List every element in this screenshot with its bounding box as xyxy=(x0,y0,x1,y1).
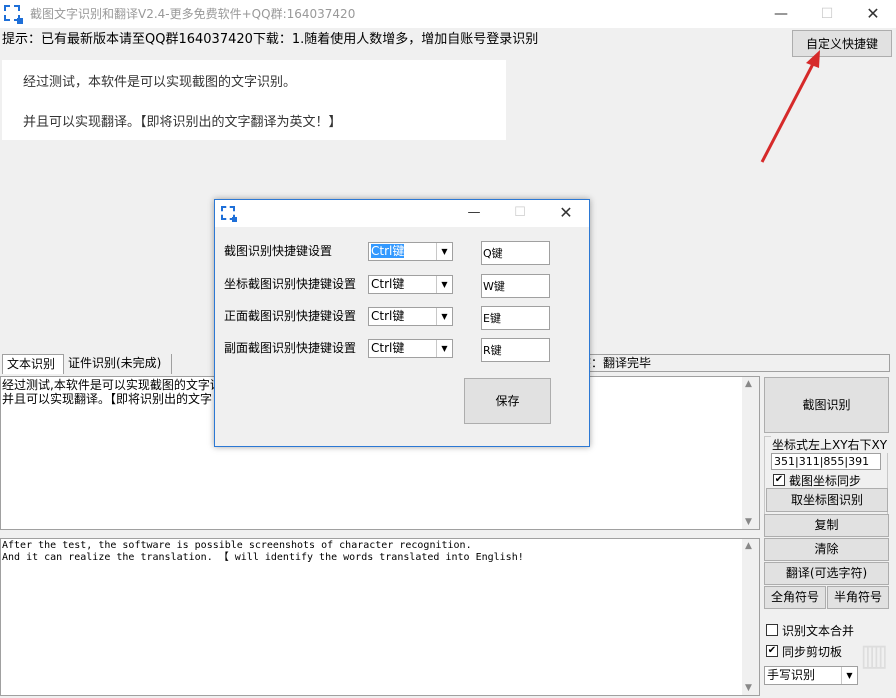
info-line-2: 并且可以实现翻译。【即将识别出的文字翻译为英文！】 xyxy=(23,115,342,130)
coordinate-legend: 坐标式左上XY右下XY xyxy=(771,436,889,453)
dialog-title-bar: — ☐ ✕ xyxy=(215,200,589,227)
dialog-minimize-button[interactable]: — xyxy=(451,200,497,227)
tab-text-recognition[interactable]: 文本识别 xyxy=(2,354,64,374)
shortcut-settings-dialog: — ☐ ✕ 截图识别快捷键设置 Ctrl键 ▼ 坐标截图识别快捷键设置 Ctrl… xyxy=(214,199,590,447)
chevron-down-icon[interactable]: ▼ xyxy=(436,243,452,260)
halfwidth-symbol-button[interactable]: 半角符号 xyxy=(827,586,889,609)
copy-button[interactable]: 复制 xyxy=(764,514,889,537)
modifier-value-front: Ctrl键 xyxy=(371,309,405,323)
coordinate-input[interactable] xyxy=(771,453,881,470)
sync-clipboard-label: 同步剪切板 xyxy=(782,645,843,659)
translation-textarea[interactable]: After the test, the software is possible… xyxy=(0,538,760,696)
app-icon xyxy=(4,5,23,24)
tab-id-recognition[interactable]: 证件识别(未完成) xyxy=(64,354,172,374)
recognition-mode-select[interactable]: 手写识别 ▼ xyxy=(764,666,858,685)
modifier-select-back[interactable]: Ctrl键 ▼ xyxy=(368,339,453,358)
key-input-front[interactable] xyxy=(481,306,550,330)
chevron-down-icon[interactable]: ▼ xyxy=(436,276,452,293)
save-button[interactable]: 保存 xyxy=(464,378,551,424)
dialog-maximize-button[interactable]: ☐ xyxy=(497,200,543,227)
dialog-app-icon xyxy=(221,206,237,222)
chevron-down-icon[interactable]: ▼ xyxy=(436,308,452,325)
shortcut-label-coordinate: 坐标截图识别快捷键设置 xyxy=(224,277,357,291)
minimize-button[interactable]: — xyxy=(758,0,804,28)
shortcut-label-capture: 截图识别快捷键设置 xyxy=(224,244,333,258)
info-panel: 经过测试，本软件是可以实现截图的文字识别。 并且可以实现翻译。【即将识别出的文字… xyxy=(2,60,506,140)
window-title: 截图文字识别和翻译V2.4-更多免费软件+QQ群:164037420 xyxy=(30,7,356,21)
coord-sync-checkbox[interactable]: ✔ xyxy=(773,474,785,486)
key-input-back[interactable] xyxy=(481,338,550,362)
modifier-value-coordinate: Ctrl键 xyxy=(371,277,405,291)
modifier-value-capture: Ctrl键 xyxy=(371,244,405,258)
hint-text: 提示：已有最新版本请至QQ群164037420下载：1.随着使用人数增多，增加自… xyxy=(2,32,539,47)
capture-recognize-button[interactable]: 截图识别 xyxy=(764,377,889,433)
coord-sync-label: 截图坐标同步 xyxy=(789,474,862,488)
chevron-down-icon[interactable]: ▼ xyxy=(436,340,452,357)
shortcut-label-back: 副面截图识别快捷键设置 xyxy=(224,341,357,355)
chevron-down-icon[interactable]: ▼ xyxy=(841,667,857,684)
status-bar: 态：翻译完毕 xyxy=(578,354,890,372)
scroll-down-icon[interactable]: ▼ xyxy=(745,517,752,527)
custom-shortcut-button[interactable]: 自定义快捷键 xyxy=(792,30,892,57)
fullwidth-symbol-button[interactable]: 全角符号 xyxy=(764,586,826,609)
recognition-mode-value: 手写识别 xyxy=(767,668,816,682)
shortcut-label-front: 正面截图识别快捷键设置 xyxy=(224,309,357,323)
ocr-scrollbar[interactable]: ▲ ▼ xyxy=(742,377,759,529)
modifier-select-capture[interactable]: Ctrl键 ▼ xyxy=(368,242,453,261)
translation-scrollbar[interactable]: ▲ ▼ xyxy=(742,539,759,695)
key-input-coordinate[interactable] xyxy=(481,274,550,298)
watermark-logo: ▥ xyxy=(860,638,889,673)
scroll-down-icon[interactable]: ▼ xyxy=(745,683,752,693)
scroll-up-icon[interactable]: ▲ xyxy=(745,541,752,551)
info-line-1: 经过测试，本软件是可以实现截图的文字识别。 xyxy=(23,75,297,90)
clear-button[interactable]: 清除 xyxy=(764,538,889,561)
translate-button[interactable]: 翻译(可选字符) xyxy=(764,562,889,585)
scroll-up-icon[interactable]: ▲ xyxy=(745,379,752,389)
merge-text-label: 识别文本合并 xyxy=(782,624,855,638)
title-bar: 截图文字识别和翻译V2.4-更多免费软件+QQ群:164037420 — ☐ ✕ xyxy=(0,0,896,28)
close-button[interactable]: ✕ xyxy=(850,0,896,28)
coordinate-capture-button[interactable]: 取坐标图识别 xyxy=(766,488,888,512)
ocr-result-text: 经过测试,本软件是可以实现截图的文字识 并且可以实现翻译。【即将识别出的文字 xyxy=(2,378,222,406)
sync-clipboard-checkbox[interactable]: ✔ xyxy=(766,645,778,657)
modifier-select-coordinate[interactable]: Ctrl键 ▼ xyxy=(368,275,453,294)
key-input-capture[interactable] xyxy=(481,241,550,265)
merge-text-checkbox[interactable] xyxy=(766,624,778,636)
translation-text: After the test, the software is possible… xyxy=(2,540,524,563)
modifier-select-front[interactable]: Ctrl键 ▼ xyxy=(368,307,453,326)
maximize-button[interactable]: ☐ xyxy=(804,0,850,28)
dialog-close-button[interactable]: ✕ xyxy=(543,200,589,227)
modifier-value-back: Ctrl键 xyxy=(371,341,405,355)
